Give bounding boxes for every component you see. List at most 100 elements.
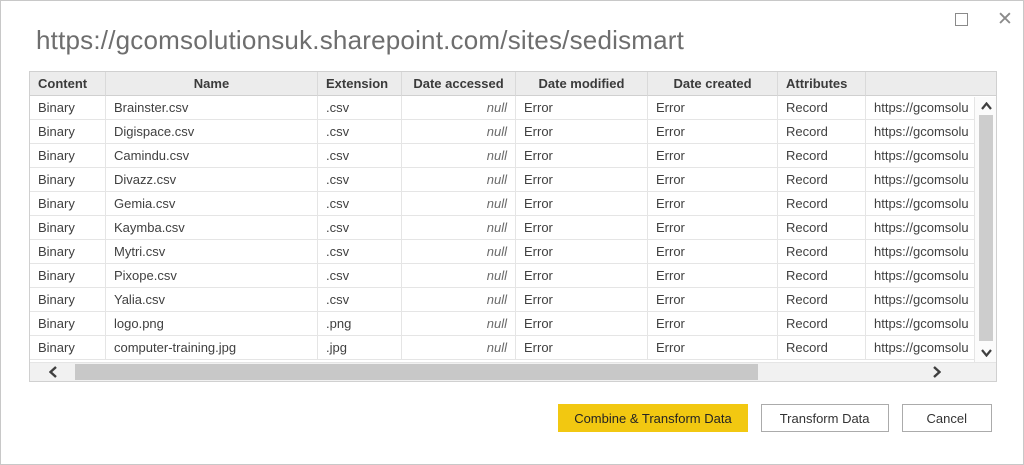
table-body: Binary Brainster.csv .csv null Error Error Rec… [30,96,996,360]
cell-date-modified: Error [516,240,648,264]
cell-extension: .csv [318,96,402,120]
cell-date-modified: Error [516,168,648,192]
table-row: Binary Yalia.csv .csv null Error Error Record h… [30,288,996,312]
cell-date-accessed: null [402,144,516,168]
cell-date-modified: Error [516,144,648,168]
column-header-extension: Extension [318,72,402,96]
restore-icon [954,12,968,26]
page-title: https://gcomsolutionsuk.sharepoint.com/s… [36,25,685,55]
cell-date-modified: Error [516,192,648,216]
column-header-date-accessed: Date accessed [402,72,516,96]
cell-extension: .jpg [318,336,402,360]
cell-date-modified: Error [516,96,648,120]
close-icon: ✕ [997,8,1013,30]
horizontal-scrollbar[interactable] [30,362,996,381]
cell-date-modified: Error [516,216,648,240]
files-table: Content Name Extension Date accessed Dat… [30,72,996,360]
cell-content: Binary [30,216,106,240]
cell-date-created: Error [648,168,778,192]
transform-data-button[interactable]: Transform Data [760,404,889,432]
cell-name: Mytri.csv [106,240,318,264]
cell-name: Divazz.csv [106,168,318,192]
cell-extension: .csv [318,264,402,288]
cell-extension: .csv [318,216,402,240]
table-row: Binary Gemia.csv .csv null Error Error Record h… [30,192,996,216]
chevron-up-icon [980,102,992,110]
cell-attributes: Record [778,96,866,120]
dialog-footer: Combine & Transform Data Transform Data … [558,404,992,432]
cell-date-created: Error [648,336,778,360]
cell-content: Binary [30,288,106,312]
cell-attributes: Record [778,336,866,360]
cell-extension: .csv [318,288,402,312]
chevron-right-icon [933,366,941,378]
scroll-down-button[interactable] [975,345,996,361]
scroll-left-button[interactable] [44,363,62,381]
chevron-down-icon [980,349,992,357]
cell-date-created: Error [648,264,778,288]
cell-attributes: Record [778,288,866,312]
cell-content: Binary [30,336,106,360]
column-header-date-created: Date created [648,72,778,96]
table-header-row: Content Name Extension Date accessed Dat… [30,72,996,96]
preview-table: Content Name Extension Date accessed Dat… [29,71,997,382]
scroll-right-button[interactable] [928,363,946,381]
table-row: Binary Digispace.csv .csv null Error Error Rec… [30,120,996,144]
cell-attributes: Record [778,240,866,264]
cell-name: logo.png [106,312,318,336]
cell-date-accessed: null [402,120,516,144]
cell-date-modified: Error [516,264,648,288]
cell-extension: .csv [318,240,402,264]
horizontal-scroll-thumb[interactable] [75,364,758,380]
cell-extension: .csv [318,144,402,168]
vertical-scrollbar[interactable] [974,97,996,362]
close-button[interactable]: ✕ [995,9,1015,29]
cell-name: Digispace.csv [106,120,318,144]
cell-name: Kaymba.csv [106,216,318,240]
cell-date-accessed: null [402,288,516,312]
cell-date-accessed: null [402,192,516,216]
cell-date-accessed: null [402,336,516,360]
navigator-dialog: ✕ https://gcomsolutionsuk.sharepoint.com… [0,0,1024,465]
scroll-up-button[interactable] [975,98,996,114]
cell-name: computer-training.jpg [106,336,318,360]
restore-button[interactable] [951,9,971,29]
table-row: Binary Brainster.csv .csv null Error Error Rec… [30,96,996,120]
cell-attributes: Record [778,264,866,288]
cell-name: Camindu.csv [106,144,318,168]
cell-attributes: Record [778,216,866,240]
cell-content: Binary [30,264,106,288]
cell-content: Binary [30,96,106,120]
cell-name: Brainster.csv [106,96,318,120]
cell-date-created: Error [648,96,778,120]
cell-attributes: Record [778,312,866,336]
table-row: Binary logo.png .png null Error Error Record ht… [30,312,996,336]
cell-attributes: Record [778,192,866,216]
cell-date-created: Error [648,144,778,168]
table-row: Binary Camindu.csv .csv null Error Error Recor… [30,144,996,168]
cell-attributes: Record [778,144,866,168]
cell-name: Gemia.csv [106,192,318,216]
column-header-name: Name [106,72,318,96]
table-row: Binary Mytri.csv .csv null Error Error Record h… [30,240,996,264]
table-row: Binary computer-training.jpg .jpg null Error… [30,336,996,360]
cell-date-modified: Error [516,312,648,336]
cell-name: Pixope.csv [106,264,318,288]
cell-content: Binary [30,120,106,144]
combine-transform-data-button[interactable]: Combine & Transform Data [558,404,748,432]
cell-content: Binary [30,168,106,192]
cell-content: Binary [30,312,106,336]
vertical-scroll-thumb[interactable] [979,115,993,341]
cell-date-accessed: null [402,264,516,288]
chevron-left-icon [49,366,57,378]
cell-extension: .csv [318,120,402,144]
cell-date-created: Error [648,288,778,312]
cell-date-modified: Error [516,336,648,360]
column-header-content: Content [30,72,106,96]
cell-name: Yalia.csv [106,288,318,312]
cell-content: Binary [30,240,106,264]
cell-date-created: Error [648,240,778,264]
cell-date-created: Error [648,192,778,216]
cancel-button[interactable]: Cancel [901,404,992,432]
column-header-url [866,72,996,96]
